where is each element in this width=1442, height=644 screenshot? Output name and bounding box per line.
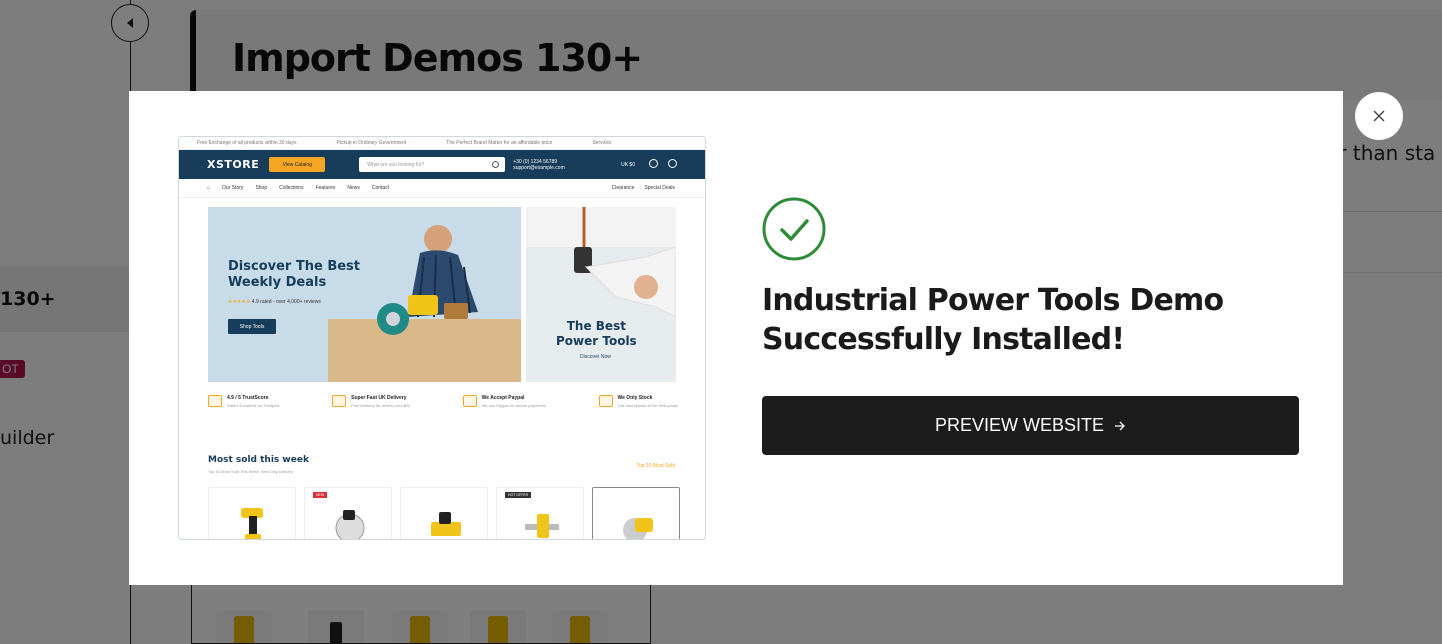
success-modal: Free Exchange of all products within 30 … [129, 91, 1343, 585]
feature-item: Super Fast UK Delivery Free Delivery for … [332, 395, 410, 408]
feature-sub: We use Paypal for secure payments [481, 403, 546, 408]
promo-worker-illustration [574, 207, 676, 317]
arrow-right-icon [1115, 421, 1125, 430]
view-all-link: Top 10 Most Sold [636, 463, 675, 469]
preview-hero-banner: Discover The Best Weekly Deals ★★★★★ 4.9… [208, 207, 521, 382]
preview-topbar-text: Services [592, 140, 612, 146]
preview-nav-item: Contact [371, 185, 390, 191]
preview-nav-item: Features [315, 185, 336, 191]
product-card [208, 487, 296, 539]
preview-logo: XSTORE [207, 158, 260, 171]
preview-catalog-button: View Catalog [269, 157, 326, 172]
headline-line: Industrial Power Tools Demo [762, 283, 1224, 318]
drill-icon [241, 508, 263, 539]
product-grid: NEW HOT OFFER [208, 487, 680, 539]
preview-search: What are you looking for? [359, 157, 506, 172]
hero-rating: ★★★★★ 4.9 rated - over 4,000+ reviews [228, 299, 321, 305]
product-card [592, 487, 680, 539]
feature-sub: The best brands at the best prices [617, 403, 678, 408]
shield-icon [462, 395, 477, 407]
delivery-icon [332, 395, 347, 407]
feature-sub: Rated 'Excellent' on Trustpilot [227, 403, 280, 408]
feature-item: We Accept Paypal We use Paypal for secure… [462, 395, 546, 408]
product-tag: NEW [313, 492, 328, 498]
preview-features: 4.9 / 5 TrustScore Rated 'Excellent' on T… [208, 395, 678, 408]
product-card: NEW [304, 487, 392, 539]
feature-title: 4.9 / 5 TrustScore [227, 395, 269, 401]
preview-topbar-text: Pickup in Ordinary Government [336, 140, 407, 146]
user-icon [649, 159, 658, 168]
promo-link: Discover Now [580, 354, 611, 360]
preview-phone: +30 (0) 1234 56789 support@example.com [513, 159, 565, 171]
feature-title: We Accept Paypal [481, 395, 525, 401]
star-rating-icon: ★★★★★ [228, 299, 251, 305]
preview-nav-item: Collections [279, 185, 304, 191]
hero-title: Discover The Best Weekly Deals [228, 259, 360, 291]
feature-title: Super Fast UK Delivery [351, 395, 407, 401]
trustscore-icon [208, 395, 222, 407]
feature-title: We Only Stock [617, 395, 653, 401]
preview-website-button[interactable]: PREVIEW WEBSITE [762, 396, 1299, 455]
preview-website-label: PREVIEW WEBSITE [934, 415, 1105, 435]
preview-nav-item: Shop [255, 185, 268, 191]
promo-title-line: The Best [566, 319, 626, 333]
preview-header-icons [649, 159, 677, 168]
preview-nav-item: Our Story [222, 185, 244, 191]
demo-preview-image: Free Exchange of all products within 30 … [178, 136, 706, 540]
close-icon [1373, 110, 1385, 122]
preview-topbar-text: The Perfect Brand Matter for an affordab… [446, 140, 553, 146]
preview-nav: ⌂ Our Story Shop Collections Features Ne… [179, 179, 705, 198]
preview-nav-item: Special Deals [644, 185, 675, 191]
most-sold-subtitle: Top 10 Most Sold This Week, Next Day Del… [208, 469, 293, 474]
product-card: HOT OFFER [496, 487, 584, 539]
most-sold-title: Most sold this week [208, 455, 309, 465]
success-headline: Industrial Power Tools Demo Successfully… [762, 281, 1282, 359]
preview-promo-banner: The Best Power Tools Discover Now [526, 207, 676, 382]
hero-worker-illustration [377, 225, 478, 335]
product-tag: HOT OFFER [505, 492, 532, 498]
hero-title-line: Weekly Deals [228, 275, 327, 290]
promo-title-line: Power Tools [556, 334, 637, 348]
check-circle-icon [762, 197, 826, 261]
preview-topbar-text: Free Exchange of all products within 30 … [197, 140, 297, 146]
preview-nav-item: Clearance [611, 185, 635, 191]
feature-item: We Only Stock The best brands at the best… [598, 395, 678, 408]
headline-line: Successfully Installed! [762, 322, 1125, 357]
promo-title: The Best Power Tools [556, 319, 637, 349]
hero-title-line: Discover The Best [228, 259, 360, 274]
hero-shop-button: Shop Tools [228, 319, 276, 334]
preview-topbar: Free Exchange of all products within 30 … [179, 137, 705, 150]
feature-sub: Free Delivery for orders over $50 [351, 403, 410, 408]
circular-saw-icon [335, 510, 365, 539]
product-card [400, 487, 488, 539]
preview-header: XSTORE View Catalog What are you looking… [179, 150, 705, 179]
preview-nav-item: News [347, 185, 360, 191]
planer-icon [431, 512, 461, 536]
cart-icon [668, 159, 677, 168]
hero-rating-text: 4.9 rated - over 4,000+ reviews [251, 299, 321, 305]
feature-item: 4.9 / 5 TrustScore Rated 'Excellent' on T… [208, 395, 279, 408]
close-modal-button[interactable] [1355, 92, 1403, 140]
home-icon: ⌂ [207, 185, 211, 191]
circular-saw-icon [623, 518, 653, 539]
preview-email: support@example.com [513, 164, 565, 171]
cutter-icon [525, 514, 559, 538]
box-icon [598, 395, 613, 407]
preview-currency: UK $0 [621, 162, 635, 168]
